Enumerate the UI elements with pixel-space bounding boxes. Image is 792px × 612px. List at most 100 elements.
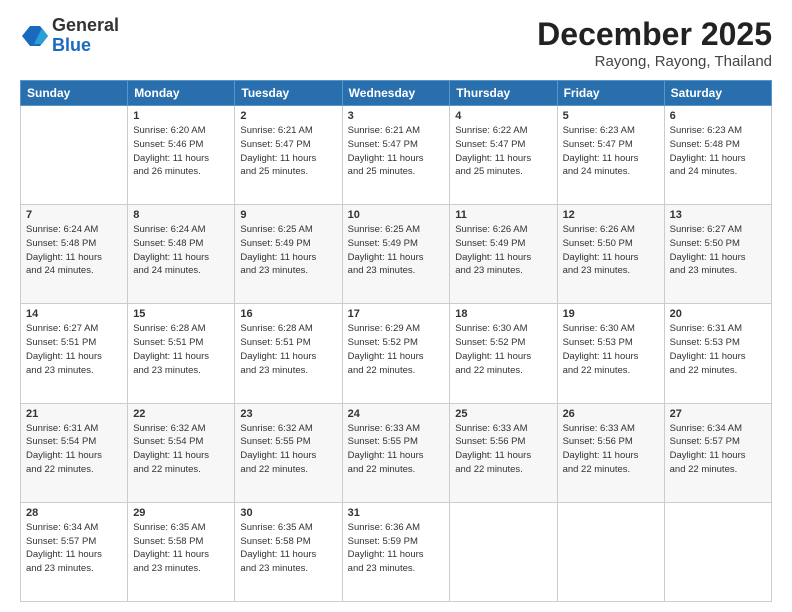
logo-blue-text: Blue	[52, 36, 119, 56]
day-info: Sunrise: 6:23 AMSunset: 5:47 PMDaylight:…	[563, 124, 659, 179]
calendar-week-row: 28 Sunrise: 6:34 AMSunset: 5:57 PMDayligh…	[21, 502, 772, 601]
calendar-header-tuesday: Tuesday	[235, 81, 342, 106]
day-number: 2	[240, 110, 336, 122]
calendar-cell: 15 Sunrise: 6:28 AMSunset: 5:51 PMDayligh…	[128, 304, 235, 403]
day-number: 23	[240, 408, 336, 420]
day-info: Sunrise: 6:34 AMSunset: 5:57 PMDaylight:…	[26, 521, 122, 576]
calendar-cell: 16 Sunrise: 6:28 AMSunset: 5:51 PMDayligh…	[235, 304, 342, 403]
calendar-cell: 8Sunrise: 6:24 AMSunset: 5:48 PMDaylight…	[128, 205, 235, 304]
calendar-header-row: SundayMondayTuesdayWednesdayThursdayFrid…	[21, 81, 772, 106]
calendar-cell: 6 Sunrise: 6:23 AMSunset: 5:48 PMDaylight…	[664, 106, 771, 205]
calendar-cell: 18 Sunrise: 6:30 AMSunset: 5:52 PMDayligh…	[450, 304, 557, 403]
day-info: Sunrise: 6:33 AMSunset: 5:56 PMDaylight:…	[563, 422, 659, 477]
day-info: Sunrise: 6:25 AMSunset: 5:49 PMDaylight:…	[348, 223, 445, 278]
calendar-cell: 22Sunrise: 6:32 AMSunset: 5:54 PMDayligh…	[128, 403, 235, 502]
day-info: Sunrise: 6:28 AMSunset: 5:51 PMDaylight:…	[133, 322, 229, 377]
day-number: 13	[670, 209, 766, 221]
day-number: 6	[670, 110, 766, 122]
day-info: Sunrise: 6:31 AMSunset: 5:54 PMDaylight:…	[26, 422, 122, 477]
day-info: Sunrise: 6:35 AMSunset: 5:58 PMDaylight:…	[240, 521, 336, 576]
day-number: 10	[348, 209, 445, 221]
day-number: 24	[348, 408, 445, 420]
calendar-cell: 20Sunrise: 6:31 AMSunset: 5:53 PMDayligh…	[664, 304, 771, 403]
location: Rayong, Rayong, Thailand	[537, 53, 772, 70]
day-info: Sunrise: 6:23 AMSunset: 5:48 PMDaylight:…	[670, 124, 766, 179]
day-number: 29	[133, 507, 229, 519]
day-number: 1	[133, 110, 229, 122]
calendar-cell	[664, 502, 771, 601]
calendar-header-saturday: Saturday	[664, 81, 771, 106]
day-info: Sunrise: 6:21 AMSunset: 5:47 PMDaylight:…	[348, 124, 445, 179]
calendar-cell: 26 Sunrise: 6:33 AMSunset: 5:56 PMDayligh…	[557, 403, 664, 502]
day-info: Sunrise: 6:35 AMSunset: 5:58 PMDaylight:…	[133, 521, 229, 576]
calendar-week-row: 14 Sunrise: 6:27 AMSunset: 5:51 PMDayligh…	[21, 304, 772, 403]
calendar-cell: 2 Sunrise: 6:21 AMSunset: 5:47 PMDaylight…	[235, 106, 342, 205]
day-info: Sunrise: 6:25 AMSunset: 5:49 PMDaylight:…	[240, 223, 336, 278]
day-number: 12	[563, 209, 659, 221]
day-info: Sunrise: 6:21 AMSunset: 5:47 PMDaylight:…	[240, 124, 336, 179]
day-number: 3	[348, 110, 445, 122]
logo-text: General Blue	[52, 16, 119, 56]
calendar-header-thursday: Thursday	[450, 81, 557, 106]
calendar-cell: 31 Sunrise: 6:36 AMSunset: 5:59 PMDayligh…	[342, 502, 450, 601]
day-number: 15	[133, 308, 229, 320]
calendar-cell: 12Sunrise: 6:26 AMSunset: 5:50 PMDayligh…	[557, 205, 664, 304]
day-info: Sunrise: 6:36 AMSunset: 5:59 PMDaylight:…	[348, 521, 445, 576]
day-number: 31	[348, 507, 445, 519]
day-number: 30	[240, 507, 336, 519]
calendar-cell: 4 Sunrise: 6:22 AMSunset: 5:47 PMDaylight…	[450, 106, 557, 205]
calendar-header-friday: Friday	[557, 81, 664, 106]
day-info: Sunrise: 6:22 AMSunset: 5:47 PMDaylight:…	[455, 124, 551, 179]
month-title: December 2025	[537, 16, 772, 53]
day-info: Sunrise: 6:29 AMSunset: 5:52 PMDaylight:…	[348, 322, 445, 377]
calendar-cell: 1 Sunrise: 6:20 AMSunset: 5:46 PMDaylight…	[128, 106, 235, 205]
day-number: 14	[26, 308, 122, 320]
calendar-cell: 9 Sunrise: 6:25 AMSunset: 5:49 PMDaylight…	[235, 205, 342, 304]
calendar-cell: 5 Sunrise: 6:23 AMSunset: 5:47 PMDaylight…	[557, 106, 664, 205]
day-info: Sunrise: 6:28 AMSunset: 5:51 PMDaylight:…	[240, 322, 336, 377]
day-number: 27	[670, 408, 766, 420]
logo: General Blue	[20, 16, 119, 56]
calendar-cell: 17 Sunrise: 6:29 AMSunset: 5:52 PMDayligh…	[342, 304, 450, 403]
day-info: Sunrise: 6:27 AMSunset: 5:51 PMDaylight:…	[26, 322, 122, 377]
calendar-header-sunday: Sunday	[21, 81, 128, 106]
day-number: 26	[563, 408, 659, 420]
calendar-cell: 3 Sunrise: 6:21 AMSunset: 5:47 PMDaylight…	[342, 106, 450, 205]
day-number: 9	[240, 209, 336, 221]
day-number: 8	[133, 209, 229, 221]
day-number: 4	[455, 110, 551, 122]
day-number: 5	[563, 110, 659, 122]
calendar-header-monday: Monday	[128, 81, 235, 106]
day-info: Sunrise: 6:33 AMSunset: 5:55 PMDaylight:…	[348, 422, 445, 477]
day-info: Sunrise: 6:30 AMSunset: 5:52 PMDaylight:…	[455, 322, 551, 377]
calendar-cell: 13 Sunrise: 6:27 AMSunset: 5:50 PMDayligh…	[664, 205, 771, 304]
day-info: Sunrise: 6:34 AMSunset: 5:57 PMDaylight:…	[670, 422, 766, 477]
day-info: Sunrise: 6:27 AMSunset: 5:50 PMDaylight:…	[670, 223, 766, 278]
calendar-cell: 27 Sunrise: 6:34 AMSunset: 5:57 PMDayligh…	[664, 403, 771, 502]
day-number: 25	[455, 408, 551, 420]
day-number: 16	[240, 308, 336, 320]
title-block: December 2025 Rayong, Rayong, Thailand	[537, 16, 772, 70]
day-number: 28	[26, 507, 122, 519]
calendar-cell	[450, 502, 557, 601]
calendar-table: SundayMondayTuesdayWednesdayThursdayFrid…	[20, 80, 772, 602]
day-info: Sunrise: 6:31 AMSunset: 5:53 PMDaylight:…	[670, 322, 766, 377]
calendar-header-wednesday: Wednesday	[342, 81, 450, 106]
day-info: Sunrise: 6:32 AMSunset: 5:55 PMDaylight:…	[240, 422, 336, 477]
day-info: Sunrise: 6:26 AMSunset: 5:49 PMDaylight:…	[455, 223, 551, 278]
day-info: Sunrise: 6:33 AMSunset: 5:56 PMDaylight:…	[455, 422, 551, 477]
calendar-cell: 28 Sunrise: 6:34 AMSunset: 5:57 PMDayligh…	[21, 502, 128, 601]
calendar-cell: 14 Sunrise: 6:27 AMSunset: 5:51 PMDayligh…	[21, 304, 128, 403]
calendar-cell: 19Sunrise: 6:30 AMSunset: 5:53 PMDayligh…	[557, 304, 664, 403]
day-number: 17	[348, 308, 445, 320]
day-info: Sunrise: 6:32 AMSunset: 5:54 PMDaylight:…	[133, 422, 229, 477]
day-number: 18	[455, 308, 551, 320]
calendar-week-row: 1 Sunrise: 6:20 AMSunset: 5:46 PMDaylight…	[21, 106, 772, 205]
day-info: Sunrise: 6:20 AMSunset: 5:46 PMDaylight:…	[133, 124, 229, 179]
calendar-cell: 24 Sunrise: 6:33 AMSunset: 5:55 PMDayligh…	[342, 403, 450, 502]
calendar-cell: 25 Sunrise: 6:33 AMSunset: 5:56 PMDayligh…	[450, 403, 557, 502]
day-number: 19	[563, 308, 659, 320]
calendar-week-row: 7Sunrise: 6:24 AMSunset: 5:48 PMDaylight…	[21, 205, 772, 304]
calendar-week-row: 21Sunrise: 6:31 AMSunset: 5:54 PMDayligh…	[21, 403, 772, 502]
logo-icon	[20, 22, 48, 50]
